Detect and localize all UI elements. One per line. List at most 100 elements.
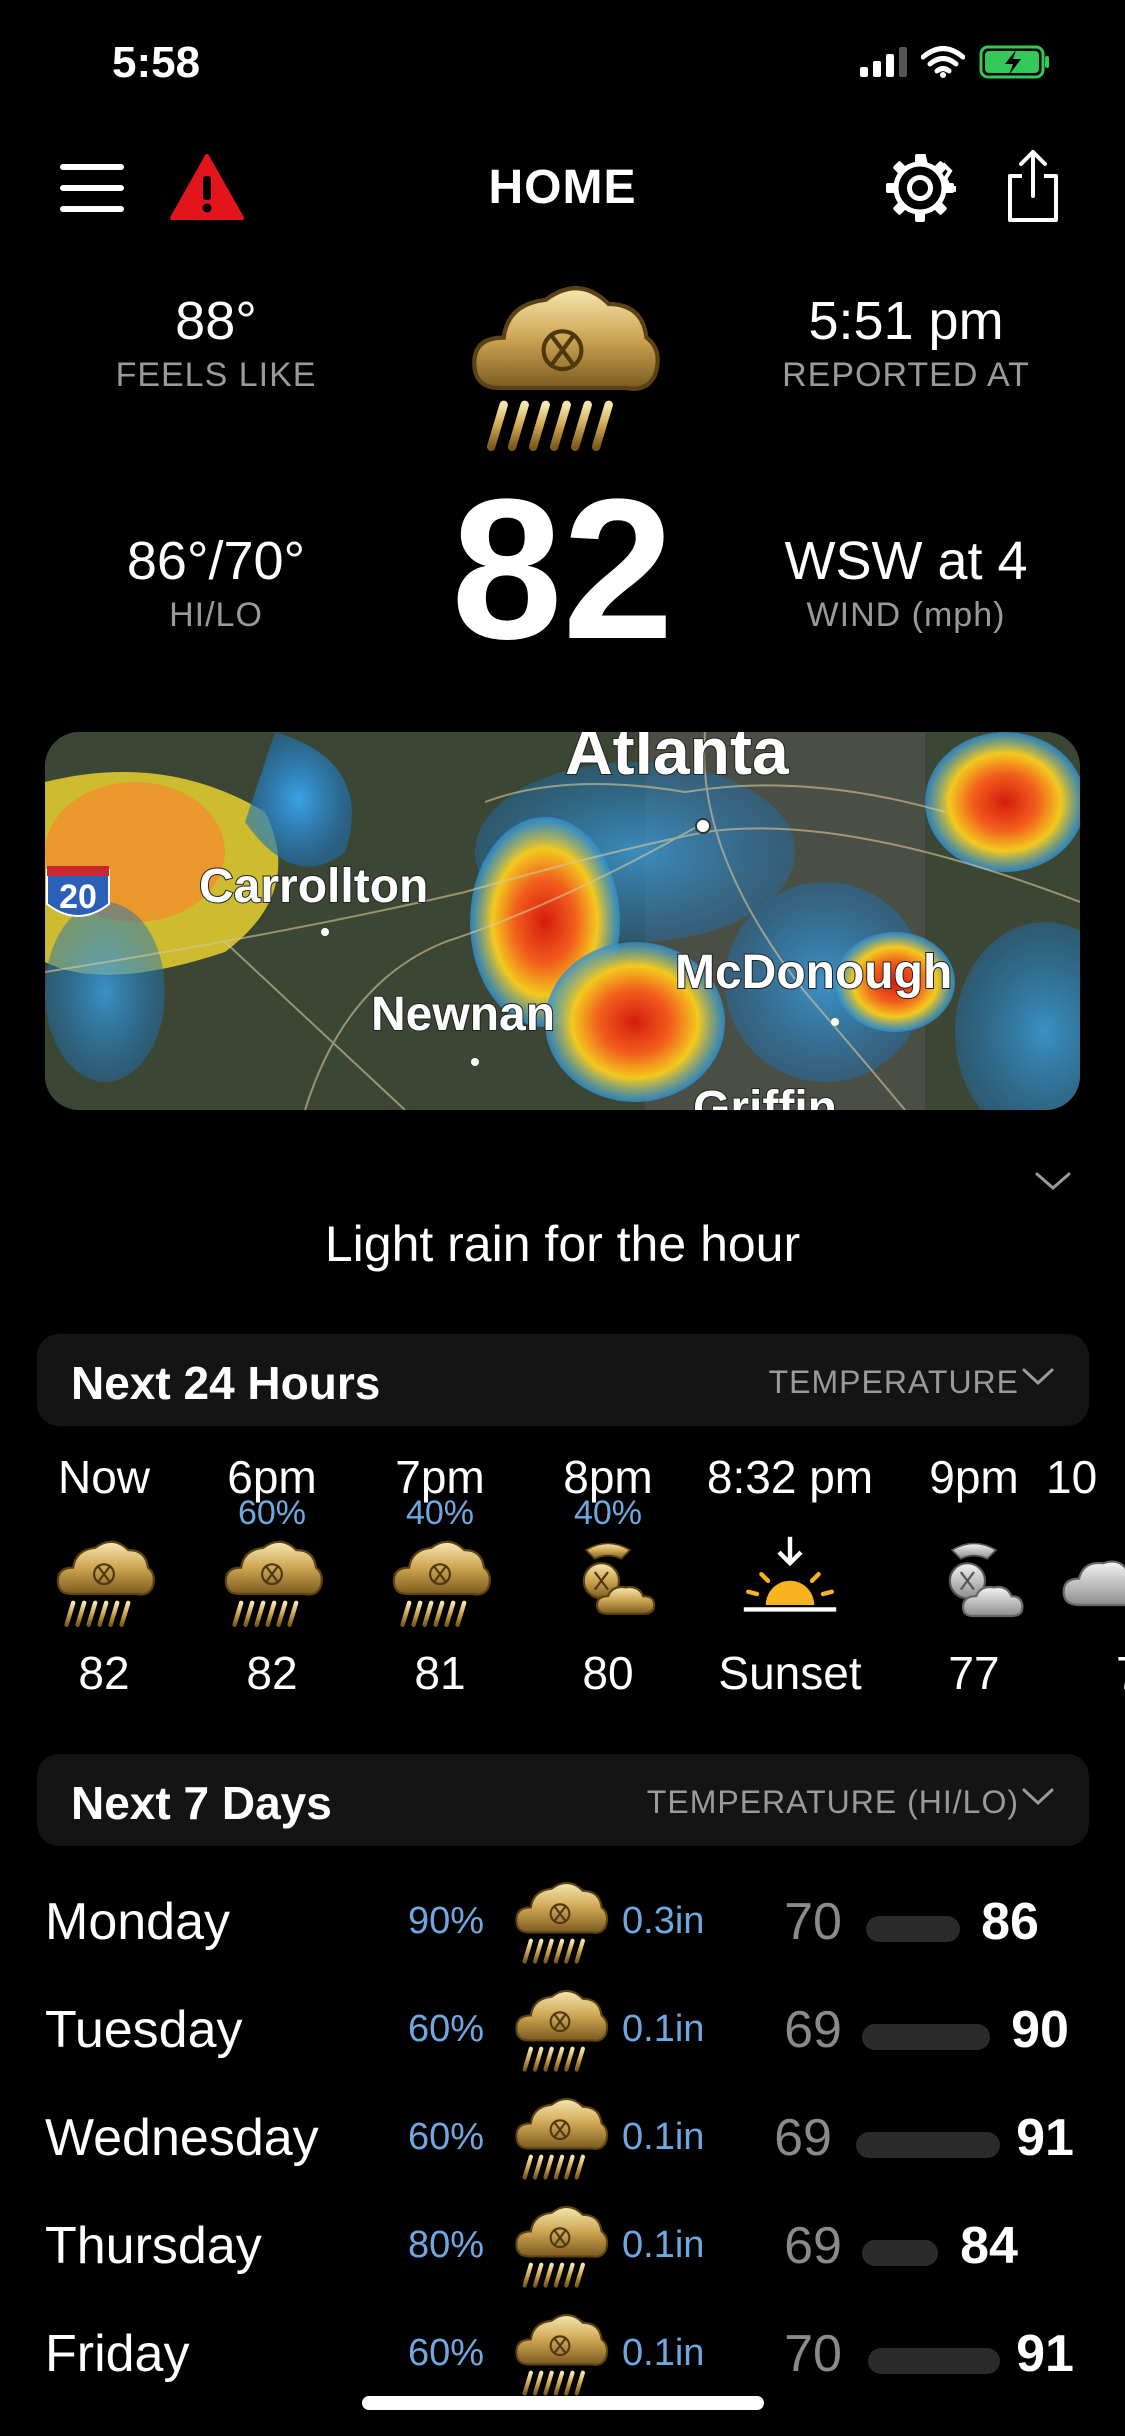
hour-temp: 82 (78, 1647, 130, 1699)
hour-precip-chance: 40% (405, 1494, 475, 1532)
hourly-forecast-strip[interactable]: Now 82 6pm 60% 82 7pm 40% 81 8pm 40% 80 … (0, 1450, 1125, 1710)
share-icon[interactable] (1004, 148, 1062, 224)
temp-range-bar (862, 2024, 990, 2050)
day-high: 91 (1016, 2109, 1074, 2167)
daily-section-title: Next 7 Days (71, 1777, 332, 1829)
day-high: 91 (1016, 2325, 1074, 2383)
wifi-icon (921, 46, 965, 78)
chevron-down-icon[interactable] (1021, 1786, 1055, 1808)
rain-cloud-icon (49, 1528, 159, 1638)
rain-cloud-icon (508, 1978, 612, 2082)
rain-cloud-icon (508, 2194, 612, 2298)
day-name: Tuesday (45, 2001, 243, 2059)
partly-cloudy-icon (553, 1528, 663, 1638)
feels-like-label: FEELS LIKE (115, 356, 317, 394)
hourly-mode-selector[interactable]: TEMPERATURE (769, 1364, 1019, 1401)
day-name: Wednesday (45, 2109, 319, 2167)
day-high: 86 (981, 1893, 1039, 1951)
cloud-icon (1046, 1528, 1125, 1638)
map-label-newnan: Newnan (371, 988, 555, 1041)
daily-row[interactable]: Wednesday 60% 0.1in 69 91 (0, 2086, 1125, 2186)
day-precip-amount: 0.1in (622, 2116, 705, 2158)
status-icons (860, 44, 1051, 80)
battery-charging-icon (979, 45, 1049, 79)
daily-row[interactable]: Thursday 80% 0.1in 69 84 (0, 2194, 1125, 2294)
rain-cloud-icon (508, 1870, 612, 1974)
hour-precip-chance: 40% (573, 1494, 643, 1532)
day-high: 90 (1011, 2001, 1069, 2059)
hour-temp: 80 (582, 1647, 634, 1699)
temp-range-bar (868, 2348, 1000, 2374)
hour-temp: 82 (246, 1647, 298, 1699)
day-precip-chance: 80% (408, 2224, 485, 2266)
hourly-section-title: Next 24 Hours (71, 1357, 381, 1409)
map-label-griffin: Griffin (693, 1082, 837, 1110)
hourly-section-header[interactable]: Next 24 Hours TEMPERATURE (37, 1334, 1089, 1426)
chevron-down-icon[interactable] (1021, 1366, 1055, 1388)
gear-icon[interactable] (884, 152, 956, 224)
day-low: 70 (784, 2325, 842, 2383)
map-label-atlanta: Atlanta (565, 732, 790, 788)
daily-row[interactable]: Monday 90% 0.3in 70 86 (0, 1870, 1125, 1970)
hour-item: Now 82 (14, 1450, 194, 1700)
day-name: Monday (45, 1893, 230, 1951)
day-precip-chance: 60% (408, 2008, 485, 2050)
map-label-carrollton: Carrollton (199, 860, 428, 913)
reported-at-value: 5:51 pm (808, 291, 1004, 351)
daily-row[interactable]: Tuesday 60% 0.1in 69 90 (0, 1978, 1125, 2078)
cellular-signal-icon (860, 47, 907, 77)
wind: WSW at 4 WIND (mph) (736, 530, 1076, 635)
feels-like: 88° FEELS LIKE (46, 290, 386, 395)
hour-item: 9pm 77 (884, 1450, 1064, 1700)
hour-temp: 7 (1046, 1646, 1125, 1700)
rain-cloud-icon (385, 1528, 495, 1638)
day-precip-amount: 0.1in (622, 2008, 705, 2050)
sunset-icon (735, 1528, 845, 1638)
status-time: 5:58 (112, 38, 201, 87)
interstate-shield-label: 20 (59, 878, 97, 916)
rain-cloud-icon (508, 2302, 612, 2406)
day-precip-amount: 0.1in (622, 2224, 705, 2266)
chevron-down-icon[interactable] (1033, 1170, 1073, 1194)
hour-item: 6pm 60% 82 (182, 1450, 362, 1700)
day-precip-chance: 90% (408, 1900, 485, 1942)
hour-temp: Sunset (718, 1647, 862, 1699)
home-indicator[interactable] (362, 2396, 764, 2410)
partly-cloudy-night-icon (919, 1528, 1029, 1638)
day-precip-chance: 60% (408, 2116, 485, 2158)
day-low: 69 (774, 2109, 832, 2167)
day-low: 69 (784, 2001, 842, 2059)
hour-summary: Light rain for the hour (324, 1216, 801, 1272)
feels-like-value: 88° (175, 291, 257, 351)
reported-at: 5:51 pm REPORTED AT (736, 290, 1076, 395)
hour-temp: 81 (414, 1647, 466, 1699)
day-name: Thursday (45, 2217, 262, 2275)
day-low: 69 (784, 2217, 842, 2275)
daily-mode-selector[interactable]: TEMPERATURE (HI/LO) (647, 1784, 1019, 1821)
hour-temp: 77 (948, 1647, 1000, 1699)
day-name: Friday (45, 2325, 190, 2383)
temp-range-bar (862, 2240, 938, 2266)
map-label-mcdonough: McDonough (675, 946, 952, 999)
hour-item: 8:32 pm Sunset (690, 1450, 890, 1700)
page-title: HOME (488, 161, 637, 214)
hour-item: 8pm 40% 80 (518, 1450, 698, 1700)
hour-item: 7pm 40% 81 (350, 1450, 530, 1700)
reported-at-label: REPORTED AT (782, 356, 1030, 394)
app-header: HOME (0, 140, 1125, 240)
wind-label: WIND (mph) (806, 596, 1006, 634)
status-bar: 5:58 (0, 0, 1125, 130)
radar-map[interactable]: 20 Atlanta Carrollton McDonough Newnan G… (45, 732, 1080, 1110)
daily-section-header[interactable]: Next 7 Days TEMPERATURE (HI/LO) (37, 1754, 1089, 1846)
day-precip-amount: 0.3in (622, 1900, 705, 1942)
day-precip-amount: 0.1in (622, 2332, 705, 2374)
temp-range-bar (856, 2132, 1000, 2158)
daily-row[interactable]: Friday 60% 0.1in 70 91 (0, 2302, 1125, 2402)
day-high: 84 (960, 2217, 1018, 2275)
day-precip-chance: 60% (408, 2332, 485, 2374)
hour-item: 10 7 (1046, 1450, 1125, 1700)
hour-precip-chance: 60% (237, 1494, 307, 1532)
wind-value: WSW at 4 (784, 531, 1028, 591)
rain-cloud-icon (508, 2086, 612, 2190)
radar-map-image: 20 Atlanta Carrollton McDonough Newnan G… (45, 732, 1080, 1110)
